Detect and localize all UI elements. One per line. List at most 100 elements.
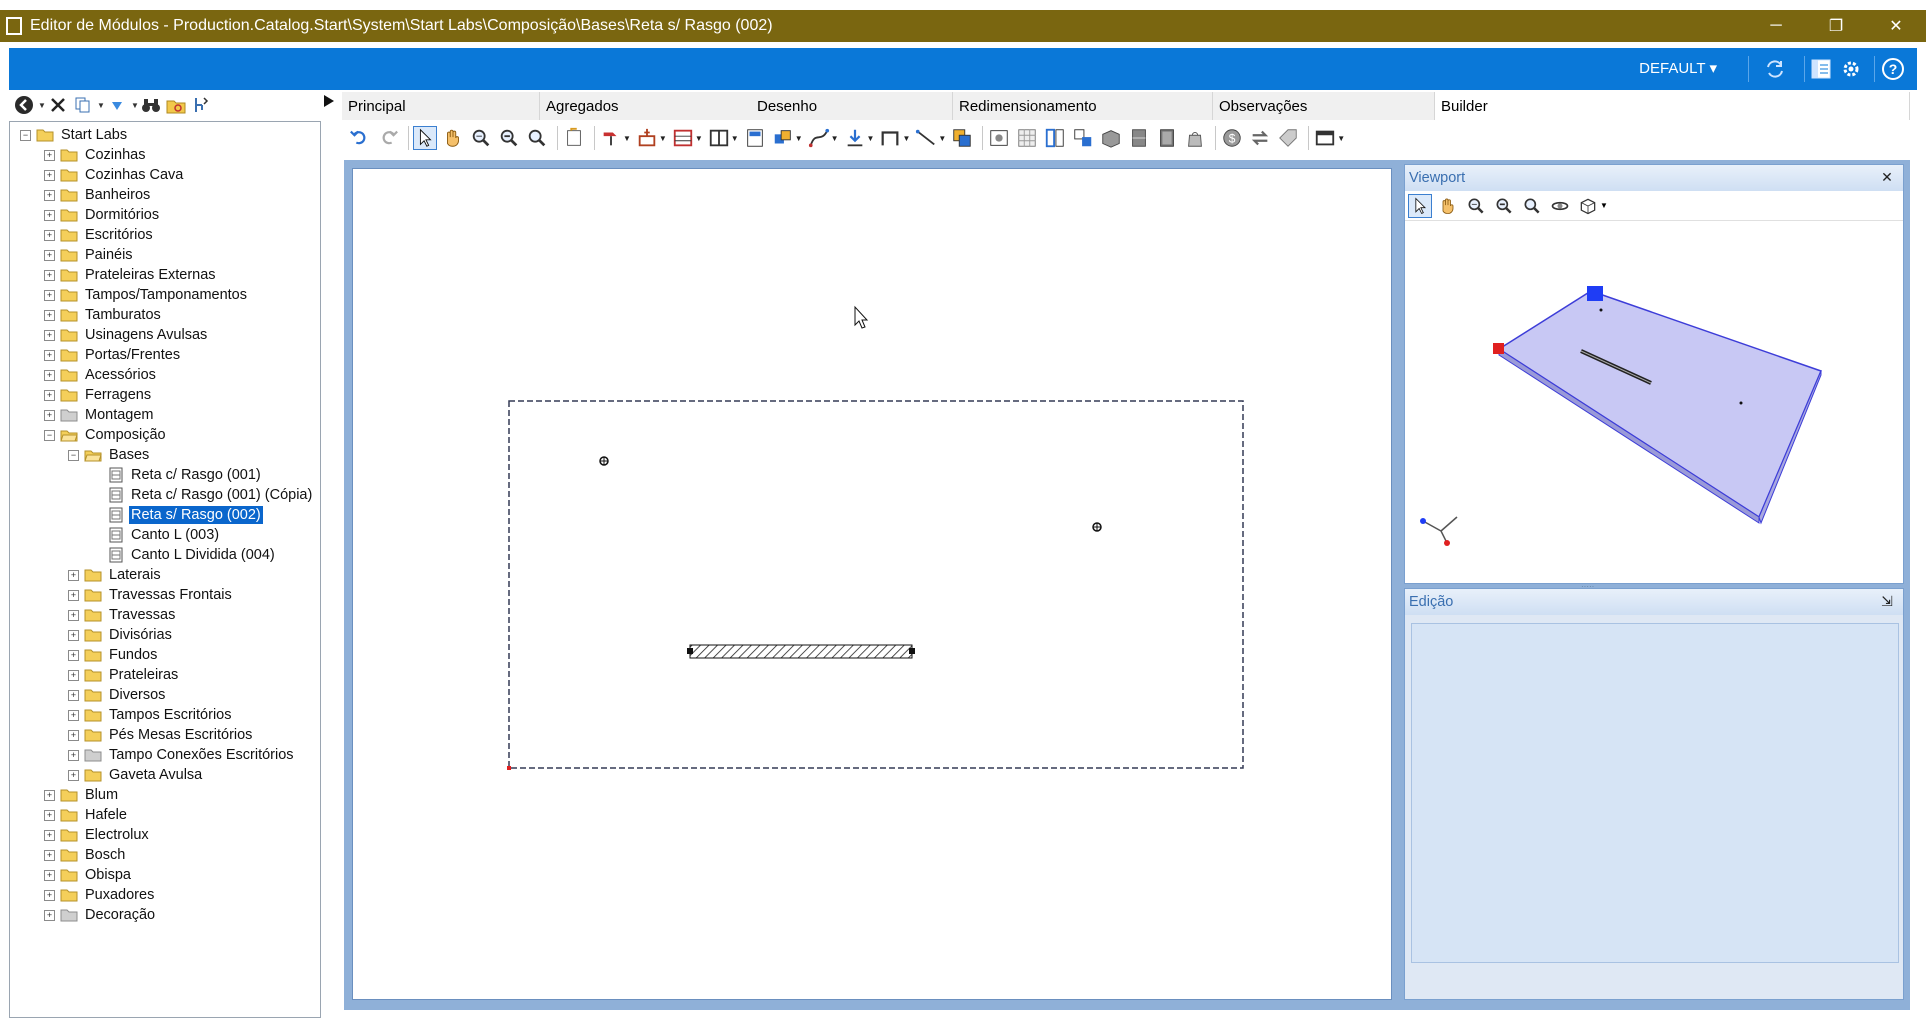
pan-icon[interactable] xyxy=(1436,194,1460,218)
tab-0[interactable]: Principal xyxy=(342,92,540,120)
tree-expander[interactable]: + xyxy=(68,709,79,721)
zoom-icon[interactable] xyxy=(1520,194,1544,218)
tree-expander[interactable]: + xyxy=(44,369,55,381)
zoom-out-icon[interactable] xyxy=(1492,194,1516,218)
select-icon[interactable] xyxy=(1408,193,1432,218)
tree-node[interactable]: + Tamburatos xyxy=(44,305,163,325)
tree-node[interactable]: + Tampos Escritórios xyxy=(68,705,233,725)
split-h-icon[interactable] xyxy=(671,126,695,150)
chevron-down-icon[interactable]: ▼ xyxy=(867,134,875,143)
line-icon[interactable] xyxy=(914,126,938,150)
orbit-icon[interactable] xyxy=(1548,194,1572,218)
tree-node[interactable]: − Start Labs xyxy=(20,125,129,145)
tree-expander[interactable]: − xyxy=(68,449,79,461)
properties-panel-icon[interactable] xyxy=(1809,57,1833,81)
tree-node[interactable]: + Laterais xyxy=(68,565,163,585)
tree-node[interactable]: + Electrolux xyxy=(44,825,151,845)
tree-expander[interactable]: + xyxy=(68,729,79,741)
tree-node[interactable]: − Composição xyxy=(44,425,168,445)
tree-expander[interactable]: + xyxy=(68,569,79,581)
tree-expander[interactable]: + xyxy=(44,249,55,261)
drop-icon[interactable] xyxy=(843,126,867,150)
3d-preview[interactable] xyxy=(1405,221,1903,581)
tree-node[interactable]: Reta s/ Rasgo (002) xyxy=(92,505,263,525)
columns-icon[interactable] xyxy=(1043,126,1067,150)
zoom-window-icon[interactable] xyxy=(469,126,493,150)
panel-icon[interactable] xyxy=(743,126,767,150)
tree-expander[interactable]: + xyxy=(44,169,55,181)
tree-node[interactable]: + Obispa xyxy=(44,865,133,885)
chevron-down-icon[interactable]: ▼ xyxy=(1600,201,1608,210)
box-icon[interactable] xyxy=(1099,126,1123,150)
back-icon[interactable] xyxy=(13,94,35,116)
tree-node[interactable]: Canto L Dividida (004) xyxy=(92,545,277,565)
pan-icon[interactable] xyxy=(441,126,465,150)
tree-node[interactable]: + Fundos xyxy=(68,645,159,665)
insert-icon[interactable] xyxy=(635,126,659,150)
close-button[interactable]: ✕ xyxy=(1866,10,1926,42)
tree-expander[interactable]: + xyxy=(68,609,79,621)
collapse-panel-arrow-icon[interactable] xyxy=(323,94,335,108)
tree-node[interactable]: + Divisórias xyxy=(68,625,174,645)
refresh-folder-icon[interactable] xyxy=(165,94,187,116)
copy-icon[interactable] xyxy=(72,94,94,116)
tree-node[interactable]: + Blum xyxy=(44,785,120,805)
tree-expander[interactable]: + xyxy=(44,309,55,321)
undo-icon[interactable] xyxy=(348,126,372,150)
drawing-canvas[interactable] xyxy=(352,168,1392,1000)
tree-expander[interactable]: + xyxy=(44,189,55,201)
tree-node[interactable]: + Dormitórios xyxy=(44,205,161,225)
zoom-icon[interactable] xyxy=(525,126,549,150)
tree-expander[interactable]: + xyxy=(68,649,79,661)
tree-expander[interactable]: + xyxy=(68,629,79,641)
tree-expander[interactable]: + xyxy=(44,409,55,421)
tree-expander[interactable]: + xyxy=(44,329,55,341)
grid-icon[interactable] xyxy=(1015,126,1039,150)
tree-node[interactable]: + Travessas Frontais xyxy=(68,585,234,605)
chevron-down-icon[interactable]: ▼ xyxy=(902,134,910,143)
tab-1[interactable]: Agregados xyxy=(540,92,752,120)
tree-expander[interactable]: + xyxy=(44,229,55,241)
help-icon[interactable]: ? xyxy=(1881,57,1905,81)
tab-4[interactable]: Observações xyxy=(1213,92,1435,120)
tag-icon[interactable] xyxy=(1276,126,1300,150)
tree-expander[interactable]: + xyxy=(68,769,79,781)
chevron-down-icon[interactable]: ▼ xyxy=(695,134,703,143)
tree-node[interactable]: + Prateleiras Externas xyxy=(44,265,218,285)
move-icon[interactable] xyxy=(106,94,128,116)
tree-expander[interactable]: + xyxy=(68,669,79,681)
zoom-out-icon[interactable] xyxy=(497,126,521,150)
tree-node[interactable]: + Banheiros xyxy=(44,185,152,205)
tree-node[interactable]: + Portas/Frentes xyxy=(44,345,182,365)
redo-icon[interactable] xyxy=(376,126,400,150)
tree-node[interactable]: + Diversos xyxy=(68,685,167,705)
tree-node[interactable]: + Cozinhas Cava xyxy=(44,165,185,185)
chevron-down-icon[interactable]: ▼ xyxy=(795,134,803,143)
close-icon[interactable]: ✕ xyxy=(1879,169,1895,185)
tree-expander[interactable]: + xyxy=(44,829,55,841)
tab-2[interactable]: Desenho xyxy=(751,92,953,120)
copy-layers-icon[interactable] xyxy=(950,126,974,150)
tree-node[interactable]: Reta c/ Rasgo (001) xyxy=(92,465,263,485)
tree-node[interactable]: + Montagem xyxy=(44,405,156,425)
tree-node[interactable]: + Cozinhas xyxy=(44,145,147,165)
chevron-down-icon[interactable]: ▼ xyxy=(1337,134,1345,143)
tree-expander[interactable]: + xyxy=(68,749,79,761)
tree-node[interactable]: + Decoração xyxy=(44,905,157,925)
door-icon[interactable] xyxy=(1155,126,1179,150)
tree-expander[interactable]: + xyxy=(44,289,55,301)
chevron-down-icon[interactable]: ▼ xyxy=(97,101,105,110)
paint-icon[interactable] xyxy=(599,126,623,150)
spline-icon[interactable] xyxy=(807,126,831,150)
tree-expander[interactable]: + xyxy=(44,909,55,921)
tree-expander[interactable]: + xyxy=(44,809,55,821)
tree-node[interactable]: + Gaveta Avulsa xyxy=(68,765,204,785)
split-v-icon[interactable] xyxy=(707,126,731,150)
tree-expander[interactable]: + xyxy=(44,789,55,801)
import-icon[interactable] xyxy=(562,126,586,150)
tab-5[interactable]: Builder xyxy=(1435,92,1910,120)
tree-node[interactable]: + Hafele xyxy=(44,805,129,825)
chevron-down-icon[interactable]: ▼ xyxy=(38,101,46,110)
tree-expander[interactable]: + xyxy=(44,849,55,861)
tree-node[interactable]: + Bosch xyxy=(44,845,127,865)
